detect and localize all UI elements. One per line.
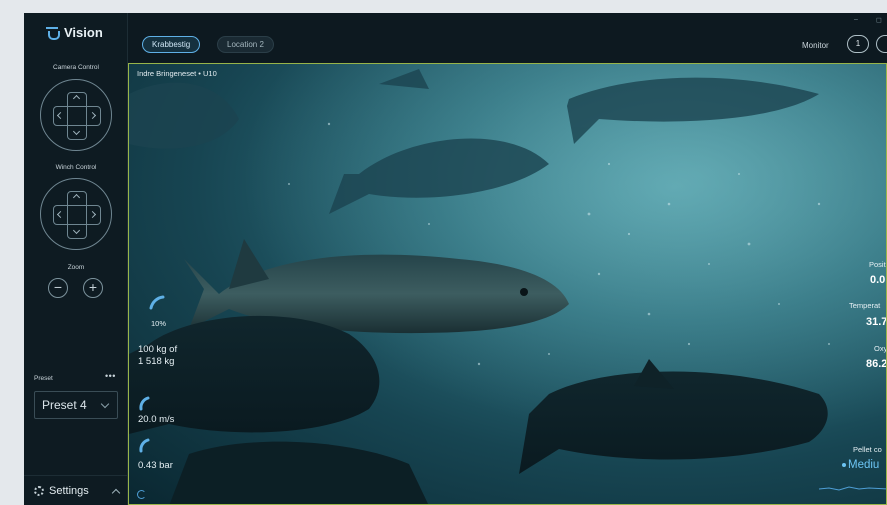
- monitor-2-button[interactable]: [876, 35, 887, 53]
- position-label: Positi: [869, 260, 887, 269]
- feed-total: 1 518 kg: [138, 356, 175, 367]
- camera-feed[interactable]: Indre Bringeneset • U10 10% 100 kg of 1 …: [128, 63, 887, 505]
- fill-percent: 10%: [151, 319, 167, 328]
- position-value: 0.0: [870, 274, 886, 286]
- settings-button[interactable]: Settings: [24, 475, 128, 505]
- app-logo: Vision: [46, 25, 103, 40]
- minimize-button[interactable]: –: [854, 16, 858, 23]
- tab-location-2[interactable]: Location 2: [217, 36, 274, 53]
- pellet-level-value: Mediu: [842, 459, 879, 471]
- app-window: Vision Camera Control Winch Control Zoom…: [24, 13, 887, 505]
- winch-control-pad[interactable]: [40, 178, 112, 250]
- zoom-out-button[interactable]: −: [48, 278, 68, 298]
- status-dot-icon: [842, 462, 846, 467]
- refresh-icon[interactable]: [137, 490, 146, 499]
- preset-menu-button[interactable]: •••: [105, 371, 116, 381]
- top-bar: – ◻ Krabbestig Location 2 Monitor 1: [128, 13, 887, 63]
- temperature-value: 31.7: [866, 316, 887, 328]
- underwater-fish-scene: [129, 64, 886, 504]
- app-name: Vision: [64, 25, 103, 40]
- zoom-label: Zoom: [67, 264, 85, 271]
- pellet-level-text: Mediu: [848, 459, 880, 471]
- oxygen-value: 86.2: [866, 358, 887, 370]
- temperature-label: Temperat: [849, 301, 881, 310]
- zoom-in-button[interactable]: +: [83, 278, 103, 298]
- preset-select[interactable]: Preset 4: [34, 391, 118, 419]
- feed-amount: 100 kg of: [138, 344, 178, 355]
- camera-location-label: Indre Bringeneset • U10: [137, 69, 217, 78]
- preset-selected-value: Preset 4: [42, 398, 87, 412]
- camera-control-label: Camera Control: [53, 64, 99, 71]
- pellet-label: Pellet co: [853, 445, 882, 454]
- chevron-down-icon: [100, 399, 110, 409]
- chevron-up-icon: [111, 488, 121, 498]
- monitor-1-button[interactable]: 1: [847, 35, 869, 53]
- camera-control-pad[interactable]: [40, 79, 112, 151]
- pressure-value: 0.43 bar: [138, 460, 173, 471]
- oxygen-label: Oxyg: [874, 344, 887, 353]
- winch-control-label: Winch Control: [55, 164, 97, 171]
- speed-value: 20.0 m/s: [138, 414, 175, 425]
- sidebar: Vision Camera Control Winch Control Zoom…: [24, 13, 128, 505]
- settings-label: Settings: [49, 484, 89, 497]
- monitor-label: Monitor: [802, 41, 829, 50]
- maximize-button[interactable]: ◻: [876, 16, 882, 24]
- tab-krabbestig[interactable]: Krabbestig: [142, 36, 201, 53]
- vision-logo-icon: [46, 26, 60, 40]
- preset-label: Preset: [34, 375, 53, 382]
- gear-icon: [34, 485, 44, 496]
